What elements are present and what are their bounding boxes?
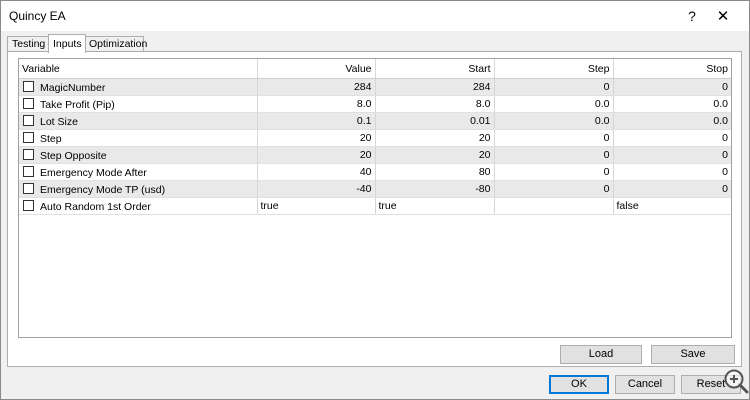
column-header-stop[interactable]: Stop [613,59,731,79]
inputs-table: Variable Value Start Step Stop MagicNumb… [19,59,731,215]
column-header-value[interactable]: Value [257,59,376,79]
variable-cell[interactable]: Step [19,129,258,147]
column-header-step[interactable]: Step [494,59,614,79]
variable-cell[interactable]: MagicNumber [19,78,258,96]
step-cell[interactable]: 0 [494,129,614,147]
stop-cell[interactable]: 0 [613,180,731,198]
value-cell[interactable]: 0.1 [257,112,376,130]
value-cell[interactable]: 20 [257,146,376,164]
variable-cell[interactable]: Emergency Mode TP (usd) [19,180,258,198]
table-row[interactable]: MagicNumber 284 284 0 0 [19,78,731,96]
value-cell[interactable]: 8.0 [257,95,376,113]
tab-testing[interactable]: Testing [7,36,50,52]
value-cell[interactable]: 20 [257,129,376,147]
table-row[interactable]: Auto Random 1st Order true true false [19,197,731,215]
step-cell[interactable]: 0 [494,180,614,198]
step-cell[interactable]: 0 [494,163,614,181]
start-cell[interactable]: true [375,197,495,215]
title-bar: Quincy EA ? ✕ [1,1,749,31]
inputs-panel: Variable Value Start Step Stop MagicNumb… [7,51,742,367]
value-cell[interactable]: true [257,197,376,215]
help-icon[interactable]: ? [679,3,705,29]
start-cell[interactable]: 0.01 [375,112,495,130]
ok-button[interactable]: OK [549,375,609,394]
save-button[interactable]: Save [651,345,735,364]
variable-cell[interactable]: Take Profit (Pip) [19,95,258,113]
start-cell[interactable]: 8.0 [375,95,495,113]
start-cell[interactable]: 80 [375,163,495,181]
tab-optimization[interactable]: Optimization [84,36,147,52]
zoom-in-icon[interactable] [722,367,750,395]
table-row[interactable]: Take Profit (Pip) 8.0 8.0 0.0 0.0 [19,95,731,113]
optimize-checkbox[interactable] [23,148,34,160]
variable-name: Step [40,132,62,145]
table-row[interactable]: Lot Size 0.1 0.01 0.0 0.0 [19,112,731,130]
start-cell[interactable]: 284 [375,78,495,96]
variable-name: Step Opposite [40,149,107,162]
variable-cell[interactable]: Auto Random 1st Order [19,197,258,215]
optimize-checkbox[interactable] [23,131,34,143]
value-cell[interactable]: -40 [257,180,376,198]
variable-name: Emergency Mode TP (usd) [40,183,166,196]
value-cell[interactable]: 40 [257,163,376,181]
optimize-checkbox[interactable] [23,165,34,177]
variable-name: Take Profit (Pip) [40,98,115,111]
optimize-checkbox[interactable] [23,114,34,126]
variable-name: Lot Size [40,115,78,128]
table-header-row: Variable Value Start Step Stop [19,59,731,79]
table-row[interactable]: Step Opposite 20 20 0 0 [19,146,731,164]
variable-name: MagicNumber [40,81,106,94]
start-cell[interactable]: 20 [375,146,495,164]
step-cell[interactable]: 0 [494,146,614,164]
stop-cell[interactable]: 0 [613,163,731,181]
column-header-variable[interactable]: Variable [19,59,258,79]
stop-cell[interactable]: 0.0 [613,112,731,130]
start-cell[interactable]: -80 [375,180,495,198]
variable-cell[interactable]: Emergency Mode After [19,163,258,181]
step-cell[interactable]: 0.0 [494,95,614,113]
variable-name: Auto Random 1st Order [40,200,151,213]
step-cell[interactable]: 0.0 [494,112,614,130]
optimize-checkbox[interactable] [23,199,34,211]
stop-cell[interactable]: false [613,197,731,215]
table-row[interactable]: Emergency Mode After 40 80 0 0 [19,163,731,181]
step-cell[interactable] [494,197,614,215]
cancel-button[interactable]: Cancel [615,375,675,394]
inputs-grid: Variable Value Start Step Stop MagicNumb… [18,58,732,338]
variable-name: Emergency Mode After [40,166,147,179]
window-title: Quincy EA [9,9,66,23]
dialog-window: Quincy EA ? ✕ Testing Inputs Optimizatio… [0,0,750,400]
tab-inputs[interactable]: Inputs [48,34,86,53]
table-row[interactable]: Step 20 20 0 0 [19,129,731,147]
optimize-checkbox[interactable] [23,182,34,194]
optimize-checkbox[interactable] [23,80,34,92]
stop-cell[interactable]: 0 [613,146,731,164]
load-button[interactable]: Load [560,345,642,364]
close-icon[interactable]: ✕ [710,3,736,29]
step-cell[interactable]: 0 [494,78,614,96]
stop-cell[interactable]: 0.0 [613,95,731,113]
optimize-checkbox[interactable] [23,97,34,109]
variable-cell[interactable]: Lot Size [19,112,258,130]
value-cell[interactable]: 284 [257,78,376,96]
stop-cell[interactable]: 0 [613,129,731,147]
column-header-start[interactable]: Start [375,59,495,79]
stop-cell[interactable]: 0 [613,78,731,96]
start-cell[interactable]: 20 [375,129,495,147]
variable-cell[interactable]: Step Opposite [19,146,258,164]
table-row[interactable]: Emergency Mode TP (usd) -40 -80 0 0 [19,180,731,198]
